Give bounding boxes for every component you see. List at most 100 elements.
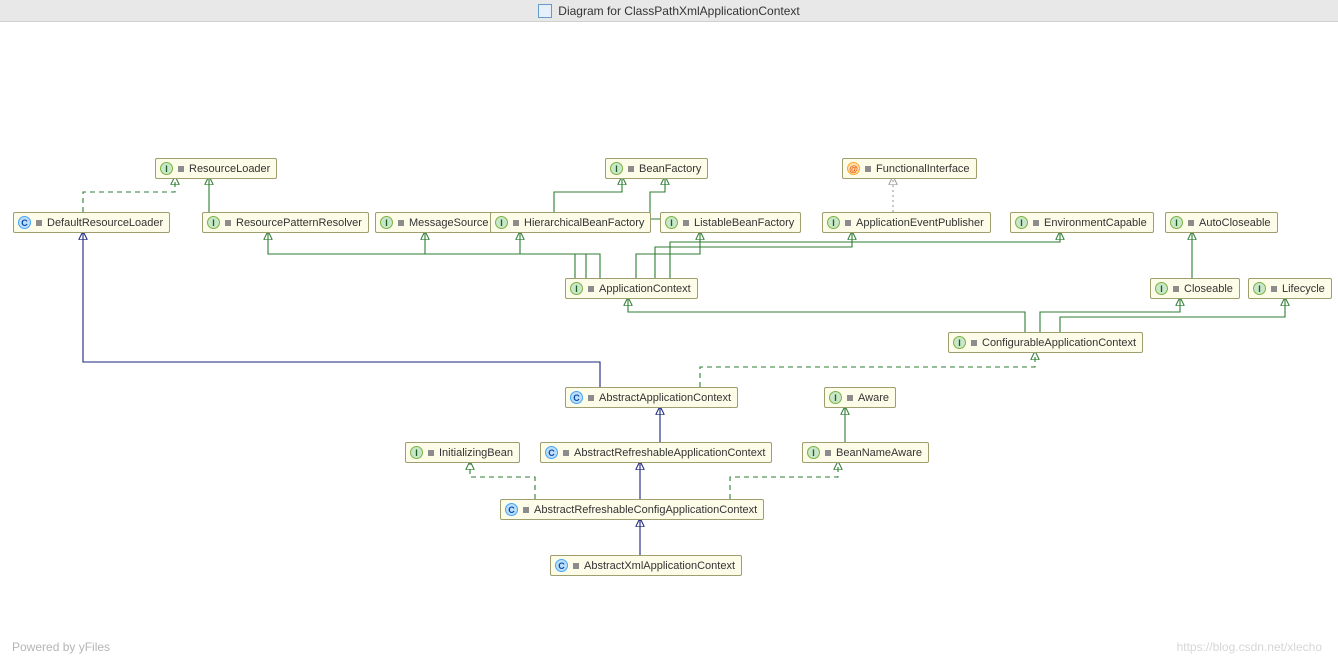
pin-icon [628, 166, 634, 172]
node-label: Closeable [1184, 283, 1233, 295]
node-beanFactory[interactable]: IBeanFactory [605, 158, 708, 179]
node-hierarchicalBeanFactory[interactable]: IHierarchicalBeanFactory [490, 212, 651, 233]
interface-icon: I [827, 216, 840, 229]
node-label: ResourceLoader [189, 163, 270, 175]
node-label: Aware [858, 392, 889, 404]
node-label: DefaultResourceLoader [47, 217, 163, 229]
class-icon: C [545, 446, 558, 459]
interface-icon: I [1155, 282, 1168, 295]
node-abstractRefreshableAppCtx[interactable]: C AbstractRefreshableApplicationContext [540, 442, 772, 463]
title-text: Diagram for ClassPathXmlApplicationConte… [558, 4, 799, 18]
diagram-canvas[interactable]: IResourceLoaderIBeanFactory@FunctionalIn… [0, 22, 1338, 662]
pin-icon [36, 220, 42, 226]
footer-attribution: https://blog.csdn.net/xlecho [1177, 640, 1322, 654]
pin-icon [573, 563, 579, 569]
pin-icon [523, 507, 529, 513]
class-icon: C [18, 216, 31, 229]
node-label: BeanNameAware [836, 447, 922, 459]
node-abstractApplicationContext[interactable]: C AbstractApplicationContext [565, 387, 738, 408]
pin-icon [1033, 220, 1039, 226]
node-functionalInterface[interactable]: @ FunctionalInterface [842, 158, 977, 179]
node-label: MessageSource [409, 217, 489, 229]
node-applicationEventPublisher[interactable]: I ApplicationEventPublisher [822, 212, 991, 233]
pin-icon [178, 166, 184, 172]
node-label: AbstractRefreshableApplicationContext [574, 447, 765, 459]
node-autoCloseable[interactable]: IAutoCloseable [1165, 212, 1278, 233]
node-label: ListableBeanFactory [694, 217, 794, 229]
interface-icon: I [495, 216, 508, 229]
edge-configurableApplicationContext-to-applicationContext [628, 298, 1025, 332]
title-bar: Diagram for ClassPathXmlApplicationConte… [0, 0, 1338, 22]
node-label: ApplicationEventPublisher [856, 217, 984, 229]
edge-applicationContext-to-listableBeanFactory [636, 232, 700, 278]
edge-abstractRefreshableConfigCtx-to-initializingBean [470, 462, 535, 499]
edge-applicationContext-to-messageSource [425, 232, 586, 278]
edge-applicationContext-to-hierarchicalBeanFactory [520, 232, 600, 278]
diagram-icon [538, 4, 552, 18]
interface-icon: I [160, 162, 173, 175]
node-label: ConfigurableApplicationContext [982, 337, 1136, 349]
edge-applicationContext-to-environmentCapable [670, 232, 1060, 278]
edge-applicationContext-to-applicationEventPublisher [655, 232, 852, 278]
class-icon: C [570, 391, 583, 404]
edge-defaultResourceLoader-to-resourceLoader [83, 177, 175, 212]
node-label: BeanFactory [639, 163, 701, 175]
node-lifecycle[interactable]: ILifecycle [1248, 278, 1332, 299]
pin-icon [1271, 286, 1277, 292]
node-label: ApplicationContext [599, 283, 691, 295]
node-environmentCapable[interactable]: I EnvironmentCapable [1010, 212, 1154, 233]
interface-icon: I [953, 336, 966, 349]
node-abstractXmlAppCtx[interactable]: C AbstractXmlApplicationContext [550, 555, 742, 576]
node-label: FunctionalInterface [876, 163, 970, 175]
interface-icon: I [207, 216, 220, 229]
edge-abstractApplicationContext-to-configurableApplicationContext [700, 352, 1035, 387]
pin-icon [683, 220, 689, 226]
node-messageSource[interactable]: I MessageSource [375, 212, 496, 233]
annotation-icon: @ [847, 162, 860, 175]
interface-icon: I [380, 216, 393, 229]
pin-icon [588, 286, 594, 292]
interface-icon: I [807, 446, 820, 459]
node-listableBeanFactory[interactable]: I ListableBeanFactory [660, 212, 801, 233]
pin-icon [563, 450, 569, 456]
node-label: AbstractRefreshableConfigApplicationCont… [534, 504, 757, 516]
node-aware[interactable]: I Aware [824, 387, 896, 408]
pin-icon [845, 220, 851, 226]
edge-applicationContext-to-resourcePatternResolver [268, 232, 575, 278]
node-configurableApplicationContext[interactable]: I ConfigurableApplicationContext [948, 332, 1143, 353]
pin-icon [588, 395, 594, 401]
interface-icon: I [665, 216, 678, 229]
class-icon: C [505, 503, 518, 516]
interface-icon: I [410, 446, 423, 459]
node-resourceLoader[interactable]: I ResourceLoader [155, 158, 277, 179]
edge-configurableApplicationContext-to-lifecycle [1060, 298, 1285, 332]
node-label: InitializingBean [439, 447, 513, 459]
interface-icon: I [829, 391, 842, 404]
node-label: AbstractXmlApplicationContext [584, 560, 735, 572]
node-label: ResourcePatternResolver [236, 217, 362, 229]
node-beanNameAware[interactable]: I BeanNameAware [802, 442, 929, 463]
edge-configurableApplicationContext-to-closeable [1040, 298, 1180, 332]
pin-icon [825, 450, 831, 456]
class-icon: C [555, 559, 568, 572]
node-initializingBean[interactable]: I InitializingBean [405, 442, 520, 463]
node-label: EnvironmentCapable [1044, 217, 1147, 229]
node-label: Lifecycle [1282, 283, 1325, 295]
pin-icon [225, 220, 231, 226]
node-resourcePatternResolver[interactable]: I ResourcePatternResolver [202, 212, 369, 233]
pin-icon [513, 220, 519, 226]
node-label: AbstractApplicationContext [599, 392, 731, 404]
pin-icon [971, 340, 977, 346]
node-label: AutoCloseable [1199, 217, 1271, 229]
edge-hierarchicalBeanFactory-to-beanFactory [554, 177, 622, 212]
node-abstractRefreshableConfigCtx[interactable]: C AbstractRefreshableConfigApplicationCon… [500, 499, 764, 520]
pin-icon [847, 395, 853, 401]
edge-abstractApplicationContext-to-defaultResourceLoader [83, 232, 600, 387]
interface-icon: I [1015, 216, 1028, 229]
node-defaultResourceLoader[interactable]: C DefaultResourceLoader [13, 212, 170, 233]
interface-icon: I [570, 282, 583, 295]
pin-icon [428, 450, 434, 456]
node-applicationContext[interactable]: I ApplicationContext [565, 278, 698, 299]
node-closeable[interactable]: I Closeable [1150, 278, 1240, 299]
pin-icon [865, 166, 871, 172]
